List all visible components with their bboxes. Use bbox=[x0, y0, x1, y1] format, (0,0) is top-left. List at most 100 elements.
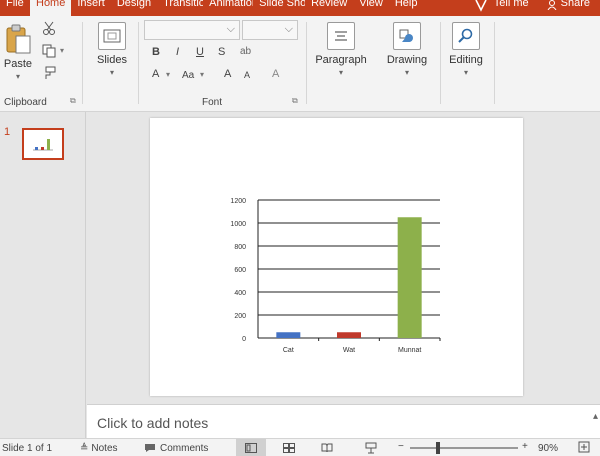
search-icon bbox=[452, 22, 480, 50]
y-tick-label: 800 bbox=[234, 244, 246, 251]
cut-icon[interactable] bbox=[42, 21, 56, 38]
chevron-down-icon: ⌵ bbox=[226, 23, 235, 35]
editing-button[interactable]: Editing ▾ bbox=[442, 22, 490, 77]
tell-me-box[interactable]: Tell me bbox=[466, 0, 537, 16]
zoom-out-button[interactable]: − bbox=[398, 441, 404, 452]
bold-button[interactable]: B bbox=[152, 46, 160, 58]
font-color-dropdown-icon[interactable]: ▾ bbox=[166, 70, 170, 79]
y-tick-label: 600 bbox=[234, 267, 246, 274]
x-tick-label: Wat bbox=[343, 347, 355, 354]
clear-formatting-button[interactable]: A bbox=[272, 68, 279, 80]
group-drawing: Drawing ▾ bbox=[376, 16, 438, 112]
paragraph-button[interactable]: Paragraph ▾ bbox=[310, 22, 372, 77]
drawing-dropdown-icon: ▾ bbox=[404, 68, 409, 77]
font-family-dropdown[interactable]: ⌵ bbox=[144, 20, 240, 40]
paste-label: Paste bbox=[3, 58, 33, 70]
slide-thumbnail[interactable] bbox=[22, 128, 64, 160]
slideshow-icon bbox=[365, 442, 377, 454]
clipboard-launcher-icon[interactable]: ⧉ bbox=[70, 96, 76, 106]
normal-view-icon bbox=[245, 443, 257, 453]
shapes-icon bbox=[393, 22, 421, 50]
slide-thumbnail-pane: 1 bbox=[0, 112, 86, 438]
tell-me-label: Tell me bbox=[493, 0, 529, 9]
normal-view-button[interactable] bbox=[236, 439, 266, 456]
grow-font-button[interactable]: A bbox=[224, 68, 231, 80]
paste-button[interactable]: Paste ▾ bbox=[2, 24, 34, 81]
y-tick-label: 1000 bbox=[230, 221, 246, 228]
slides-label: Slides bbox=[97, 54, 127, 66]
group-paragraph: Paragraph ▾ bbox=[308, 16, 372, 112]
thumbnail-chart-icon bbox=[33, 139, 53, 151]
share-label: Share bbox=[560, 0, 590, 9]
ribbon-separator bbox=[494, 22, 495, 104]
tab-animations[interactable]: Animations bbox=[203, 0, 253, 16]
reading-view-button[interactable] bbox=[312, 439, 342, 456]
new-slide-icon bbox=[98, 22, 126, 50]
slideshow-button[interactable] bbox=[356, 439, 386, 456]
tab-transitions[interactable]: Transitions bbox=[157, 0, 203, 16]
slide-canvas[interactable]: 1200 1000 800 600 400 200 0 Cat Wat Munnat bbox=[150, 118, 523, 396]
font-group-label: Font bbox=[202, 97, 223, 108]
y-tick-label: 200 bbox=[234, 313, 246, 320]
zoom-level[interactable]: 90% bbox=[538, 443, 558, 454]
drawing-button[interactable]: Drawing ▾ bbox=[378, 22, 436, 77]
group-clipboard: Paste ▾ ▾ Clipboard ⧉ bbox=[0, 16, 82, 112]
notes-icon: ≜ bbox=[80, 443, 89, 454]
notes-pane[interactable]: Click to add notes ▴ bbox=[87, 404, 600, 438]
font-color-button[interactable]: A bbox=[152, 68, 159, 80]
ribbon-separator bbox=[82, 22, 83, 104]
slide-number: 1 bbox=[4, 126, 11, 138]
tab-slide-show[interactable]: Slide Show bbox=[253, 0, 305, 16]
bar-chart[interactable]: 1200 1000 800 600 400 200 0 Cat Wat Munnat bbox=[150, 118, 523, 396]
format-painter-icon[interactable] bbox=[42, 66, 56, 83]
copy-dropdown-icon[interactable]: ▾ bbox=[60, 46, 64, 55]
share-button[interactable]: Share bbox=[537, 0, 600, 16]
fit-to-window-icon[interactable] bbox=[578, 441, 590, 456]
font-launcher-icon[interactable]: ⧉ bbox=[292, 96, 298, 106]
copy-icon[interactable] bbox=[42, 44, 56, 61]
editing-dropdown-icon: ▾ bbox=[463, 68, 468, 77]
shadow-icon[interactable]: ab bbox=[240, 46, 251, 57]
underline-button[interactable]: U bbox=[196, 46, 204, 58]
bar-cat bbox=[276, 332, 301, 338]
slide-sorter-button[interactable] bbox=[274, 439, 304, 456]
powerpoint-window: File Home Insert Design Transitions Anim… bbox=[0, 0, 600, 456]
zoom-slider-handle[interactable] bbox=[436, 442, 440, 454]
aa-case-button[interactable]: Aa bbox=[182, 70, 194, 81]
status-bar: Slide 1 of 1 ≜ Notes Comments − + 90% bbox=[0, 438, 600, 456]
tab-help[interactable]: Help bbox=[389, 0, 424, 16]
tab-review[interactable]: Review bbox=[305, 0, 353, 16]
ribbon-separator bbox=[138, 22, 139, 104]
clipboard-group-label: Clipboard bbox=[4, 97, 47, 108]
notes-button[interactable]: ≜ Notes bbox=[80, 443, 118, 454]
shrink-font-button[interactable]: A bbox=[244, 70, 250, 80]
tab-view[interactable]: View bbox=[353, 0, 389, 16]
comments-button-label: Comments bbox=[160, 443, 209, 454]
tab-design[interactable]: Design bbox=[111, 0, 157, 16]
bar-munnat bbox=[397, 217, 422, 338]
new-slide-button[interactable]: Slides ▾ bbox=[90, 22, 134, 77]
case-dropdown-icon[interactable]: ▾ bbox=[200, 70, 204, 79]
tab-home[interactable]: Home bbox=[30, 0, 72, 16]
comments-button[interactable]: Comments bbox=[144, 443, 208, 456]
slide-editor: 1200 1000 800 600 400 200 0 Cat Wat Munnat bbox=[87, 112, 600, 404]
comment-icon bbox=[144, 443, 156, 456]
ribbon-separator bbox=[306, 22, 307, 104]
paragraph-label: Paragraph bbox=[315, 54, 367, 66]
slides-dropdown-icon: ▾ bbox=[109, 68, 114, 77]
font-size-dropdown[interactable]: ⌵ bbox=[242, 20, 298, 40]
tab-file[interactable]: File bbox=[0, 0, 30, 16]
scroll-up-icon[interactable]: ▴ bbox=[593, 411, 598, 422]
strikethrough-button[interactable]: S bbox=[218, 46, 225, 58]
share-icon bbox=[547, 0, 557, 16]
tab-insert[interactable]: Insert bbox=[71, 0, 111, 16]
zoom-in-button[interactable]: + bbox=[522, 441, 528, 452]
paste-dropdown-icon: ▾ bbox=[15, 72, 20, 81]
ribbon-tab-bar: File Home Insert Design Transitions Anim… bbox=[0, 0, 600, 16]
paste-icon bbox=[5, 24, 31, 54]
italic-button[interactable]: I bbox=[176, 46, 179, 58]
zoom-slider[interactable] bbox=[410, 442, 518, 454]
ribbon-home: Paste ▾ ▾ Clipboard ⧉ Slides ▾ ⌵ ⌵ B I U… bbox=[0, 16, 600, 112]
book-icon bbox=[321, 443, 333, 453]
chevron-down-icon: ⌵ bbox=[284, 23, 293, 35]
